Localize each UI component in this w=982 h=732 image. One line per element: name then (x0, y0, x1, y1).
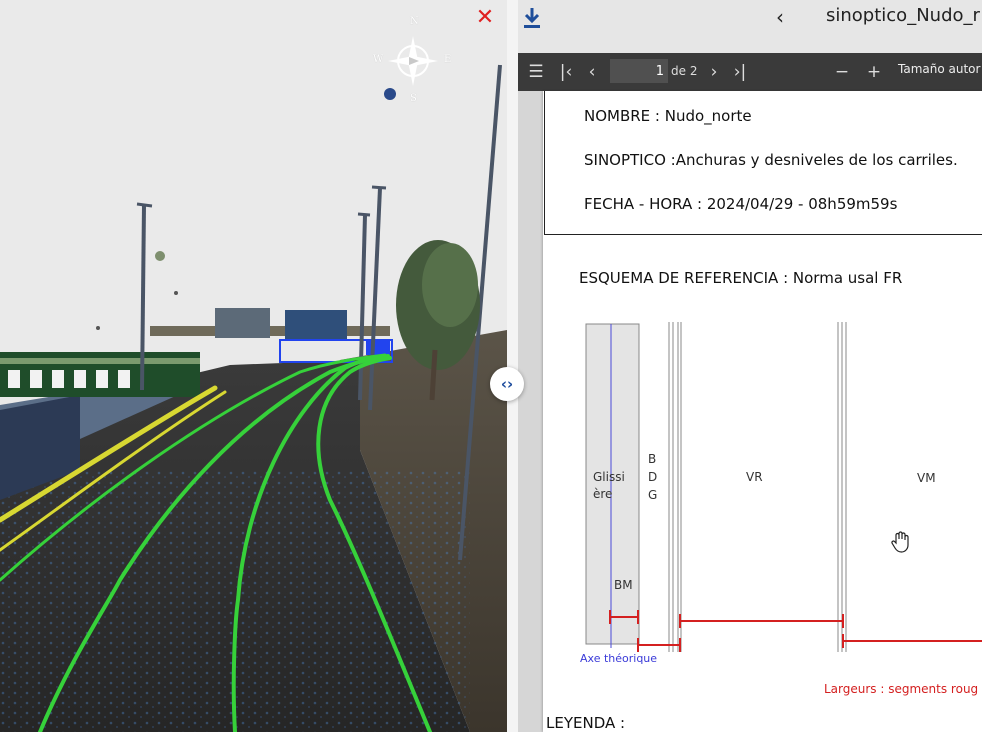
page-count: de 2 (671, 64, 698, 78)
nombre-text: NOMBRE : Nudo_norte (584, 107, 752, 125)
compass-rose[interactable]: N W E S (372, 16, 454, 108)
bdg-label-d: D (648, 470, 658, 484)
next-page-icon[interactable]: › (704, 59, 724, 85)
zoom-select[interactable]: Tamaño autor (898, 62, 980, 76)
download-icon[interactable] (518, 4, 546, 32)
point-cloud-viewer[interactable]: N W E S (0, 0, 507, 732)
compass-north: N (410, 16, 419, 27)
bdg-label-b: B (648, 452, 657, 466)
bdg-label-g: G (648, 488, 658, 502)
axe-theorique-label: Axe théorique (580, 652, 658, 665)
reference-diagram (585, 322, 982, 652)
point-cloud-scene[interactable] (0, 0, 507, 732)
largeurs-note: Largeurs : segments roug (824, 682, 979, 696)
page-number-input[interactable] (610, 59, 668, 83)
vr-label: VR (746, 470, 763, 484)
zoom-in-icon[interactable]: + (864, 59, 884, 85)
sinoptico-text: SINOPTICO :Anchuras y desniveles de los … (584, 151, 958, 169)
fecha-text: FECHA - HORA : 2024/04/29 - 08h59m59s (584, 195, 898, 213)
back-icon[interactable]: ‹ (768, 4, 792, 30)
pdf-filename: sinoptico_Nudo_r (826, 5, 980, 26)
leyenda-title: LEYENDA : (546, 714, 626, 732)
bm-label: BM (614, 578, 633, 592)
zoom-out-icon[interactable]: − (832, 59, 852, 85)
close-icon[interactable]: ✕ (472, 5, 498, 31)
first-page-icon[interactable]: |‹ (556, 59, 576, 85)
compass-east: E (444, 54, 452, 65)
sidebar-menu-icon[interactable]: ☰ (524, 59, 548, 85)
compass-west: W (373, 54, 384, 65)
grab-hand-icon (891, 531, 909, 553)
compass-south: S (410, 93, 417, 104)
prev-page-icon[interactable]: ‹ (582, 59, 602, 85)
glissiere-label-2: ère (593, 487, 613, 501)
esquema-title: ESQUEMA DE REFERENCIA : Norma usal FR (579, 269, 903, 287)
vm-label: VM (917, 471, 936, 485)
panel-toggle-button[interactable]: ‹› (490, 367, 524, 401)
split-divider[interactable] (507, 0, 518, 732)
last-page-icon[interactable]: ›| (728, 59, 752, 85)
glissiere-label-1: Glissi (593, 470, 625, 484)
